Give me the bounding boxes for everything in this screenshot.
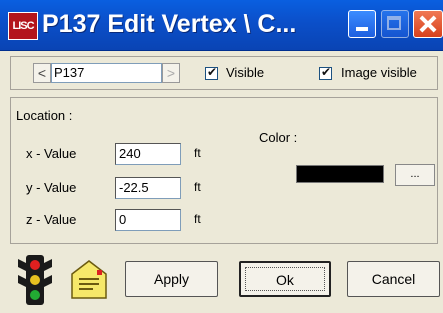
note-icon[interactable]: [69, 258, 109, 300]
close-button[interactable]: [413, 10, 443, 38]
ok-button[interactable]: Ok: [239, 261, 331, 297]
z-unit-label: ft: [194, 212, 201, 226]
y-value-input[interactable]: -22.5: [115, 177, 181, 199]
maximize-button[interactable]: [381, 10, 409, 38]
previous-vertex-button[interactable]: <: [33, 63, 51, 83]
visible-label: Visible: [226, 65, 265, 80]
x-value-input[interactable]: 240: [115, 143, 181, 165]
title-bar[interactable]: LISC P137 Edit Vertex \ C...: [0, 0, 443, 51]
location-title: Location :: [16, 108, 73, 123]
minimize-button[interactable]: [348, 10, 376, 38]
window-title: P137 Edit Vertex \ C...: [42, 10, 297, 38]
app-logo-icon: LISC: [8, 12, 38, 40]
image-visible-checkbox[interactable]: [319, 65, 332, 80]
x-value-label: x - Value: [26, 146, 77, 161]
apply-button[interactable]: Apply: [125, 261, 218, 297]
y-unit-label: ft: [194, 180, 201, 194]
edit-vertex-window: LISC P137 Edit Vertex \ C... < P137 > Vi…: [0, 0, 443, 313]
cancel-button[interactable]: Cancel: [347, 261, 440, 297]
z-value-label: z - Value: [26, 212, 77, 227]
traffic-light-icon[interactable]: [18, 253, 52, 307]
vertex-name-field[interactable]: P137: [51, 63, 162, 83]
color-label: Color :: [259, 130, 298, 145]
y-value-label: y - Value: [26, 180, 77, 195]
next-vertex-button[interactable]: >: [162, 63, 180, 83]
navigation-panel: < P137 > Visible Image visible: [10, 56, 438, 90]
visible-checkbox[interactable]: [205, 65, 218, 80]
z-value-input[interactable]: 0: [115, 209, 181, 231]
color-swatch[interactable]: [296, 165, 384, 183]
color-browse-button[interactable]: ...: [395, 164, 435, 186]
x-unit-label: ft: [194, 146, 201, 160]
image-visible-label: Image visible: [341, 65, 417, 80]
